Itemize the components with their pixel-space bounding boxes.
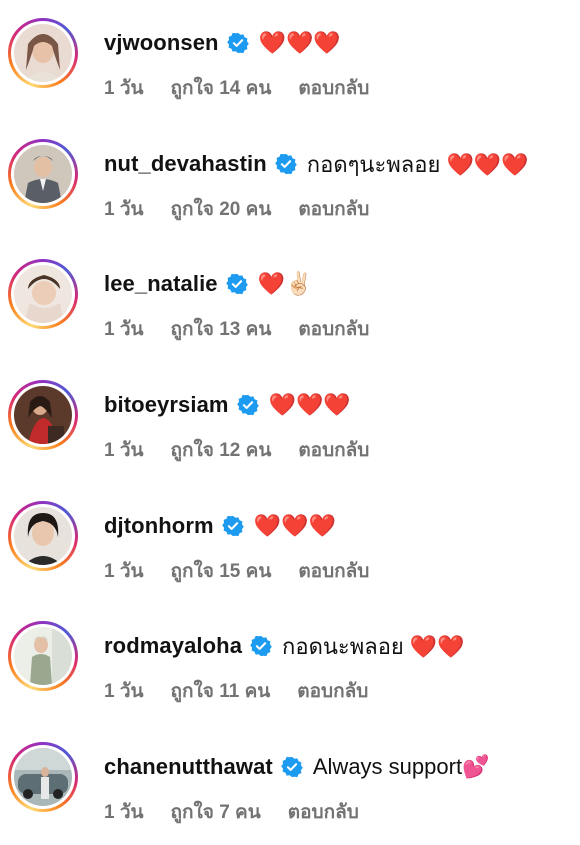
- likes-count[interactable]: ถูกใจ 12 คน: [171, 435, 272, 465]
- verified-badge-icon: [274, 153, 297, 175]
- comment-item: chanenutthawat Always support💕 1 วัน ถูก…: [0, 724, 580, 845]
- comment-text: ❤️❤️❤️: [258, 30, 341, 55]
- reply-button[interactable]: ตอบกลับ: [288, 797, 359, 827]
- avatar: [14, 145, 72, 203]
- verified-badge-icon: [221, 515, 244, 537]
- comment-text: ❤️✌🏻: [257, 271, 313, 296]
- avatar-story-ring[interactable]: [8, 18, 78, 88]
- comment-timestamp[interactable]: 1 วัน: [104, 676, 144, 706]
- avatar: [14, 748, 72, 806]
- comment-item: rodmayaloha กอดนะพลอย ❤️❤️ 1 วัน ถูกใจ 1…: [0, 603, 580, 724]
- comment-timestamp[interactable]: 1 วัน: [104, 73, 144, 103]
- comment-timestamp[interactable]: 1 วัน: [104, 797, 144, 827]
- username[interactable]: nut_devahastin: [104, 151, 267, 177]
- username[interactable]: vjwoonsen: [104, 30, 219, 56]
- reply-button[interactable]: ตอบกลับ: [298, 73, 369, 103]
- reply-button[interactable]: ตอบกลับ: [298, 435, 369, 465]
- comment-text: Always support💕: [312, 754, 490, 779]
- comment-timestamp[interactable]: 1 วัน: [104, 314, 144, 344]
- avatar: [14, 386, 72, 444]
- likes-count[interactable]: ถูกใจ 20 คน: [171, 194, 272, 224]
- avatar-story-ring[interactable]: [8, 742, 78, 812]
- avatar: [14, 627, 72, 685]
- likes-count[interactable]: ถูกใจ 13 คน: [171, 314, 272, 344]
- likes-count[interactable]: ถูกใจ 15 คน: [171, 556, 272, 586]
- reply-button[interactable]: ตอบกลับ: [298, 194, 369, 224]
- verified-badge-icon: [236, 394, 259, 416]
- avatar-story-ring[interactable]: [8, 621, 78, 691]
- avatar-story-ring[interactable]: [8, 380, 78, 450]
- verified-badge-icon: [250, 635, 272, 657]
- comment-item: nut_devahastin กอดๆนะพลอย ❤️❤️❤️ 1 วัน ถ…: [0, 121, 580, 242]
- comment-text: กอดๆนะพลอย ❤️❤️❤️: [306, 151, 529, 177]
- comment-text: ❤️❤️❤️: [253, 513, 336, 538]
- comment-item: bitoeyrsiam ❤️❤️❤️ 1 วัน ถูกใจ 12 คน ตอบ…: [0, 362, 580, 483]
- likes-count[interactable]: ถูกใจ 11 คน: [171, 676, 271, 706]
- avatar-story-ring[interactable]: [8, 501, 78, 571]
- verified-badge-icon: [225, 273, 248, 295]
- avatar: [14, 24, 72, 82]
- username[interactable]: bitoeyrsiam: [104, 392, 229, 418]
- reply-button[interactable]: ตอบกลับ: [297, 676, 368, 706]
- likes-count[interactable]: ถูกใจ 14 คน: [171, 73, 272, 103]
- verified-badge-icon: [226, 32, 249, 54]
- avatar-story-ring[interactable]: [8, 259, 78, 329]
- username[interactable]: chanenutthawat: [104, 754, 273, 780]
- comment-timestamp[interactable]: 1 วัน: [104, 435, 144, 465]
- username[interactable]: djtonhorm: [104, 513, 214, 539]
- comment-item: djtonhorm ❤️❤️❤️ 1 วัน ถูกใจ 15 คน ตอบกล…: [0, 483, 580, 604]
- username[interactable]: rodmayaloha: [104, 633, 242, 659]
- likes-count[interactable]: ถูกใจ 7 คน: [171, 797, 261, 827]
- reply-button[interactable]: ตอบกลับ: [298, 314, 369, 344]
- comment-timestamp[interactable]: 1 วัน: [104, 556, 144, 586]
- comment-text: ❤️❤️❤️: [268, 392, 351, 417]
- reply-button[interactable]: ตอบกลับ: [298, 556, 369, 586]
- comment-text: กอดนะพลอย ❤️❤️: [282, 633, 465, 659]
- verified-badge-icon: [281, 756, 303, 778]
- comment-list: vjwoonsen ❤️❤️❤️ 1 วัน ถูกใจ 14 คน ตอบกล…: [0, 0, 580, 844]
- comment-item: lee_natalie ❤️✌🏻 1 วัน ถูกใจ 13 คน ตอบกล…: [0, 241, 580, 362]
- username[interactable]: lee_natalie: [104, 271, 218, 297]
- avatar: [14, 265, 72, 323]
- avatar: [14, 507, 72, 565]
- comment-timestamp[interactable]: 1 วัน: [104, 194, 144, 224]
- comment-item: vjwoonsen ❤️❤️❤️ 1 วัน ถูกใจ 14 คน ตอบกล…: [0, 0, 580, 121]
- avatar-story-ring[interactable]: [8, 139, 78, 209]
